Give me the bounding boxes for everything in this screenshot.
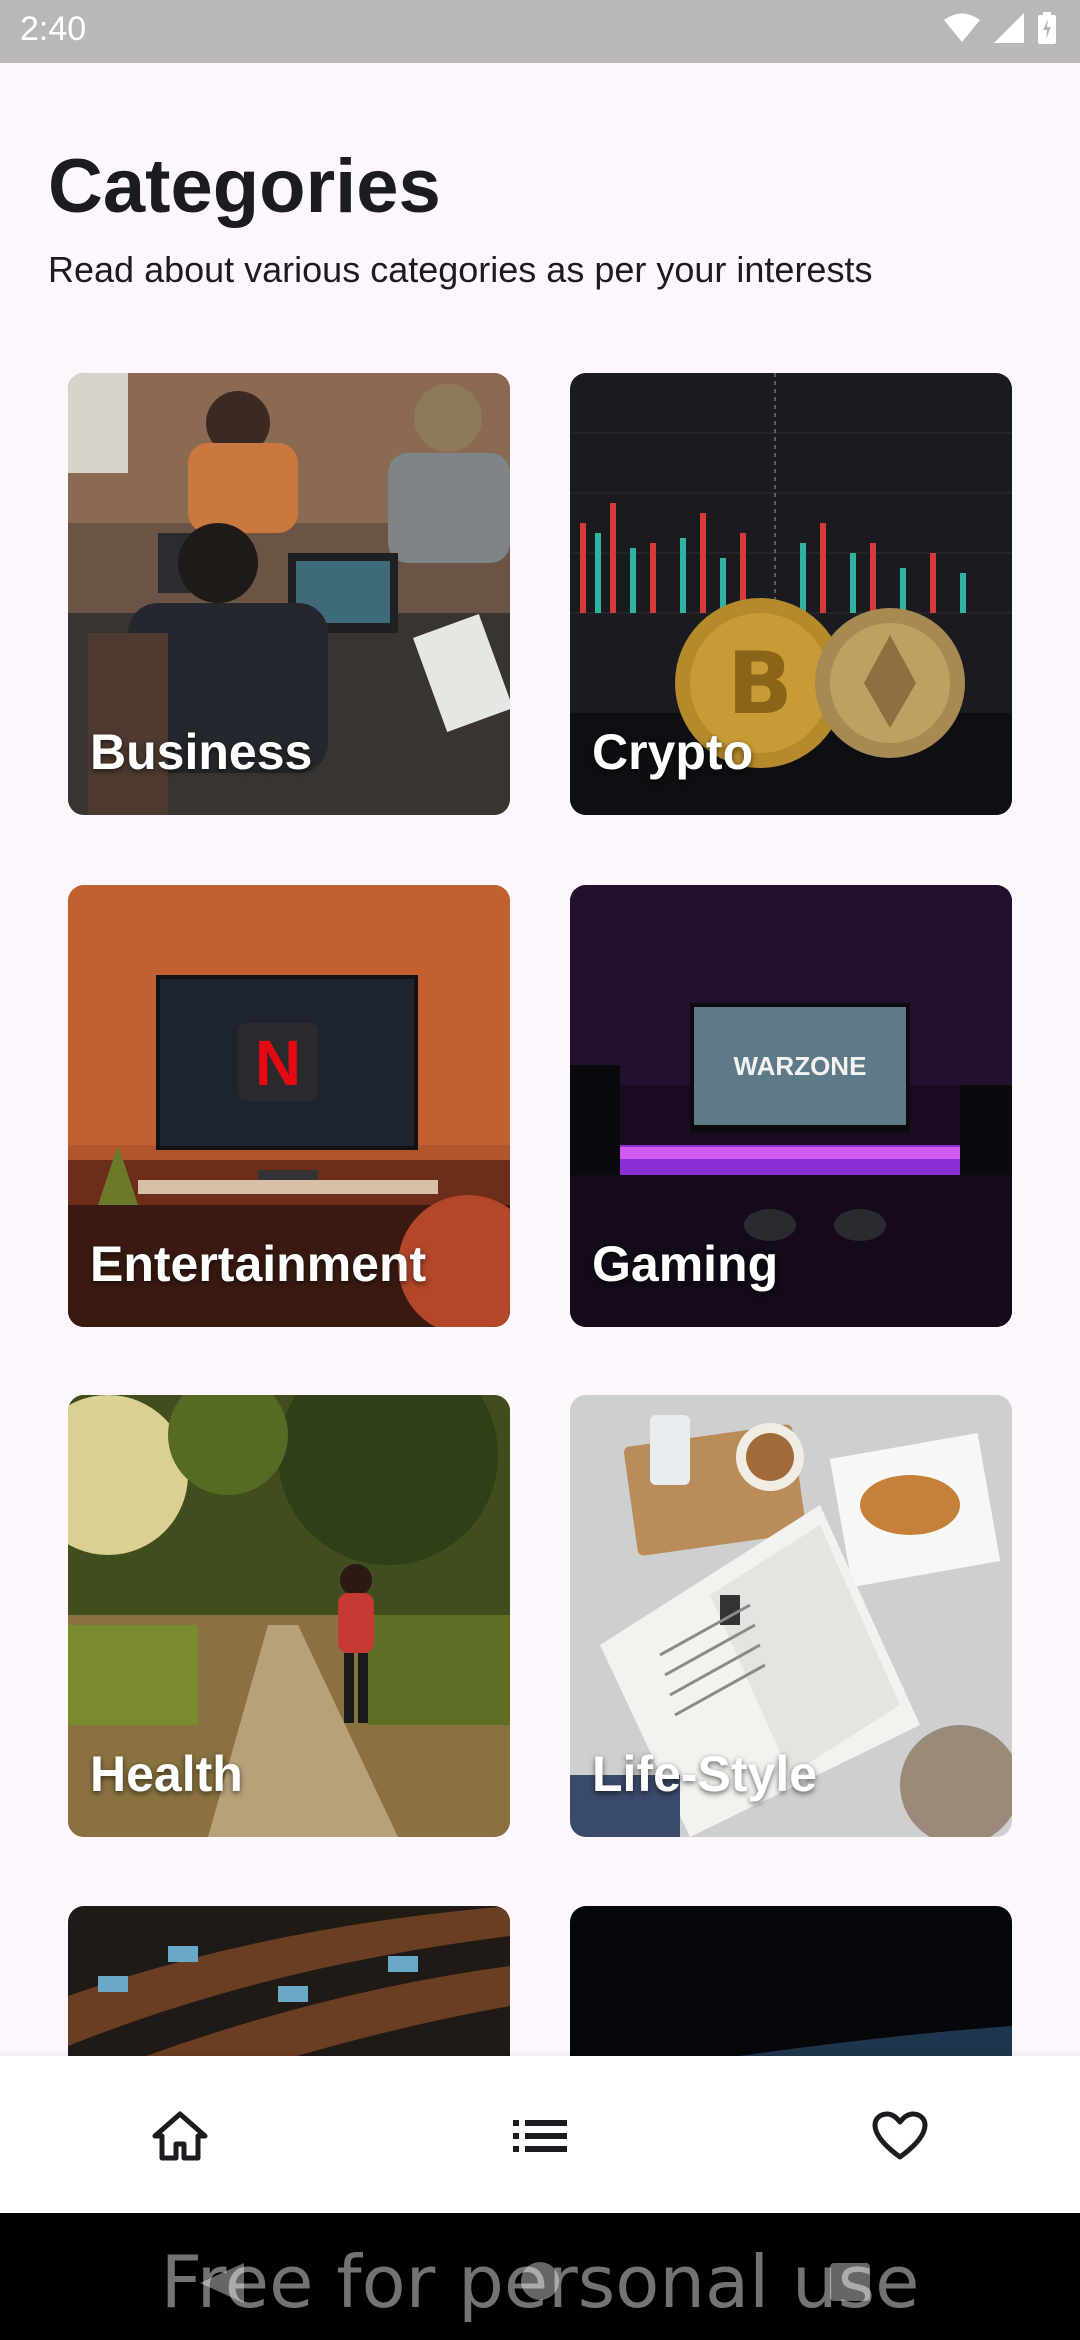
category-label: Gaming bbox=[592, 1236, 779, 1292]
wifi-icon bbox=[944, 13, 980, 42]
nav-categories-button[interactable] bbox=[504, 2100, 576, 2172]
category-card-science[interactable] bbox=[570, 1906, 1012, 2056]
category-card-entertainment[interactable]: N Entertainment bbox=[68, 885, 510, 1327]
category-card-politics[interactable] bbox=[68, 1906, 510, 2056]
watermark-text: Free for personal use bbox=[160, 2240, 920, 2324]
page-title: Categories bbox=[48, 144, 441, 229]
category-card-crypto[interactable]: B Crypto bbox=[570, 373, 1012, 815]
svg-text:B: B bbox=[727, 634, 793, 734]
nav-favorites-button[interactable] bbox=[864, 2100, 936, 2172]
category-image bbox=[68, 1906, 510, 2056]
signal-icon bbox=[994, 13, 1024, 43]
category-label: Health bbox=[90, 1746, 243, 1802]
category-card-business[interactable]: Business bbox=[68, 373, 510, 815]
category-label: Business bbox=[90, 724, 313, 780]
nav-home-button[interactable] bbox=[144, 2100, 216, 2172]
heart-icon bbox=[872, 2111, 928, 2160]
main-content[interactable]: Categories Read about various categories… bbox=[0, 63, 1080, 2056]
category-card-health[interactable]: Health bbox=[68, 1395, 510, 1837]
category-card-gaming[interactable]: WARZONE Gaming bbox=[570, 885, 1012, 1327]
category-image bbox=[570, 1906, 1012, 2056]
category-label: Crypto bbox=[592, 724, 754, 780]
list-icon bbox=[513, 2120, 567, 2152]
category-label: Entertainment bbox=[90, 1236, 427, 1292]
status-bar: 2:40 bbox=[0, 0, 1080, 63]
page-subtitle: Read about various categories as per you… bbox=[48, 249, 873, 290]
status-icons bbox=[944, 12, 1056, 44]
home-icon bbox=[152, 2111, 208, 2161]
category-card-lifestyle[interactable]: Life-Style bbox=[570, 1395, 1012, 1837]
status-time: 2:40 bbox=[20, 10, 87, 48]
bottom-navigation bbox=[0, 2056, 1080, 2213]
svg-text:WARZONE: WARZONE bbox=[734, 1051, 867, 1081]
category-label: Life-Style bbox=[592, 1746, 818, 1802]
svg-text:N: N bbox=[255, 1027, 301, 1099]
battery-icon bbox=[1038, 12, 1056, 44]
